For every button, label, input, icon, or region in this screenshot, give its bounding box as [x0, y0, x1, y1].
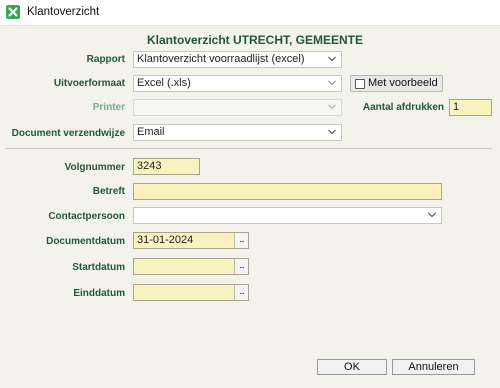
excel-sheet-icon	[6, 5, 20, 19]
chevron-down-icon	[328, 56, 336, 62]
chevron-down-icon	[328, 80, 336, 86]
met-voorbeeld-checkbox[interactable]: Met voorbeeld	[350, 75, 443, 92]
betreft-input[interactable]	[133, 183, 442, 200]
document-verzendwijze-value: Email	[137, 126, 165, 138]
documentdatum-label: Documentdatum	[46, 236, 125, 247]
document-verzendwijze-select[interactable]: Email	[133, 124, 342, 141]
printer-label: Printer	[92, 102, 125, 113]
startdatum-input[interactable]: ...	[133, 258, 249, 275]
met-voorbeeld-label: Met voorbeeld	[368, 77, 438, 89]
title-bar: Klantoverzicht	[0, 0, 500, 26]
uitvoerformaat-select[interactable]: Excel (.xls)	[133, 75, 342, 92]
einddatum-input[interactable]: ...	[133, 284, 249, 301]
aantal-afdrukken-label: Aantal afdrukken	[362, 102, 444, 113]
printer-select[interactable]	[133, 99, 342, 116]
aantal-afdrukken-input[interactable]: 1	[449, 99, 492, 116]
cancel-button[interactable]: Annuleren	[392, 359, 475, 375]
section-divider	[6, 148, 492, 149]
date-picker-button[interactable]: ...	[234, 285, 248, 300]
betreft-label: Betreft	[92, 186, 125, 197]
startdatum-label: Startdatum	[72, 262, 125, 273]
window-title: Klantoverzicht	[27, 6, 100, 18]
document-verzendwijze-label: Document verzendwijze	[11, 128, 125, 139]
chevron-down-icon	[428, 212, 436, 218]
rapport-select[interactable]: Klantoverzicht voorraadlijst (excel)	[133, 51, 342, 68]
chevron-down-icon	[328, 104, 336, 110]
checkbox-box[interactable]	[355, 79, 365, 89]
rapport-value: Klantoverzicht voorraadlijst (excel)	[137, 53, 305, 65]
einddatum-label: Einddatum	[73, 288, 125, 299]
contactpersoon-label: Contactpersoon	[48, 211, 125, 222]
date-picker-button[interactable]: ...	[234, 259, 248, 274]
documentdatum-value: 31-01-2024	[137, 234, 194, 246]
page-title: Klantoverzicht UTRECHT, GEMEENTE	[146, 33, 364, 47]
date-picker-button[interactable]: ...	[234, 233, 248, 248]
documentdatum-input[interactable]: 31-01-2024 ...	[133, 232, 249, 249]
ok-button[interactable]: OK	[317, 359, 387, 375]
contactpersoon-select[interactable]	[133, 207, 442, 224]
chevron-down-icon	[328, 129, 336, 135]
uitvoerformaat-value: Excel (.xls)	[137, 77, 191, 89]
uitvoerformaat-label: Uitvoerformaat	[53, 78, 125, 89]
volgnummer-input[interactable]: 3243	[133, 158, 200, 175]
volgnummer-label: Volgnummer	[64, 162, 125, 173]
rapport-label: Rapport	[86, 54, 125, 65]
